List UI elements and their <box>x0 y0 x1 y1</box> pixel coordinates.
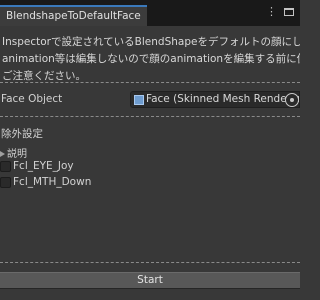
description-line-2: animation等は編集しないので顔のanimationを編集する前に使うよう <box>2 53 300 65</box>
face-object-value: Face (Skinned Mesh Renderer) <box>146 93 300 105</box>
object-picker-icon[interactable] <box>285 93 299 107</box>
exclusion-settings-title: 除外設定 <box>1 128 43 140</box>
exclusion-item: Fcl_EYE_Joy <box>0 160 74 172</box>
face-object-field[interactable]: Face (Skinned Mesh Renderer) <box>130 91 300 108</box>
explanation-foldout-label: 説明 <box>7 149 27 160</box>
exclusion-item-label: Fcl_EYE_Joy <box>13 160 74 172</box>
kebab-menu-icon[interactable]: ⋮ <box>266 6 277 20</box>
face-object-label: Face Object <box>1 93 63 105</box>
exclusion-checkbox[interactable] <box>0 176 11 188</box>
exclusion-checkbox[interactable] <box>0 160 11 172</box>
start-button-label: Start <box>137 274 163 286</box>
divider <box>0 262 300 263</box>
divider <box>0 116 300 117</box>
explanation-foldout[interactable]: 説明 <box>0 145 27 160</box>
skinned-mesh-renderer-icon <box>134 95 144 105</box>
window-tab-bar: BlendshapeToDefaultFace ⋮ <box>0 0 300 26</box>
window-tab-title: BlendshapeToDefaultFace <box>6 10 141 22</box>
start-button[interactable]: Start <box>0 272 300 289</box>
exclusion-item-label: Fcl_MTH_Down <box>13 176 92 188</box>
description-line-1: Inspectorで設定されているBlendShapeをデフォルトの顔にします。 <box>2 36 300 48</box>
maximize-icon[interactable] <box>284 8 294 16</box>
divider <box>0 82 300 83</box>
description: Inspectorで設定されているBlendShapeをデフォルトの顔にします。… <box>0 34 300 85</box>
window-tab[interactable]: BlendshapeToDefaultFace <box>0 5 147 26</box>
foldout-arrow-icon <box>0 151 5 157</box>
exclusion-item: Fcl_MTH_Down <box>0 176 91 188</box>
